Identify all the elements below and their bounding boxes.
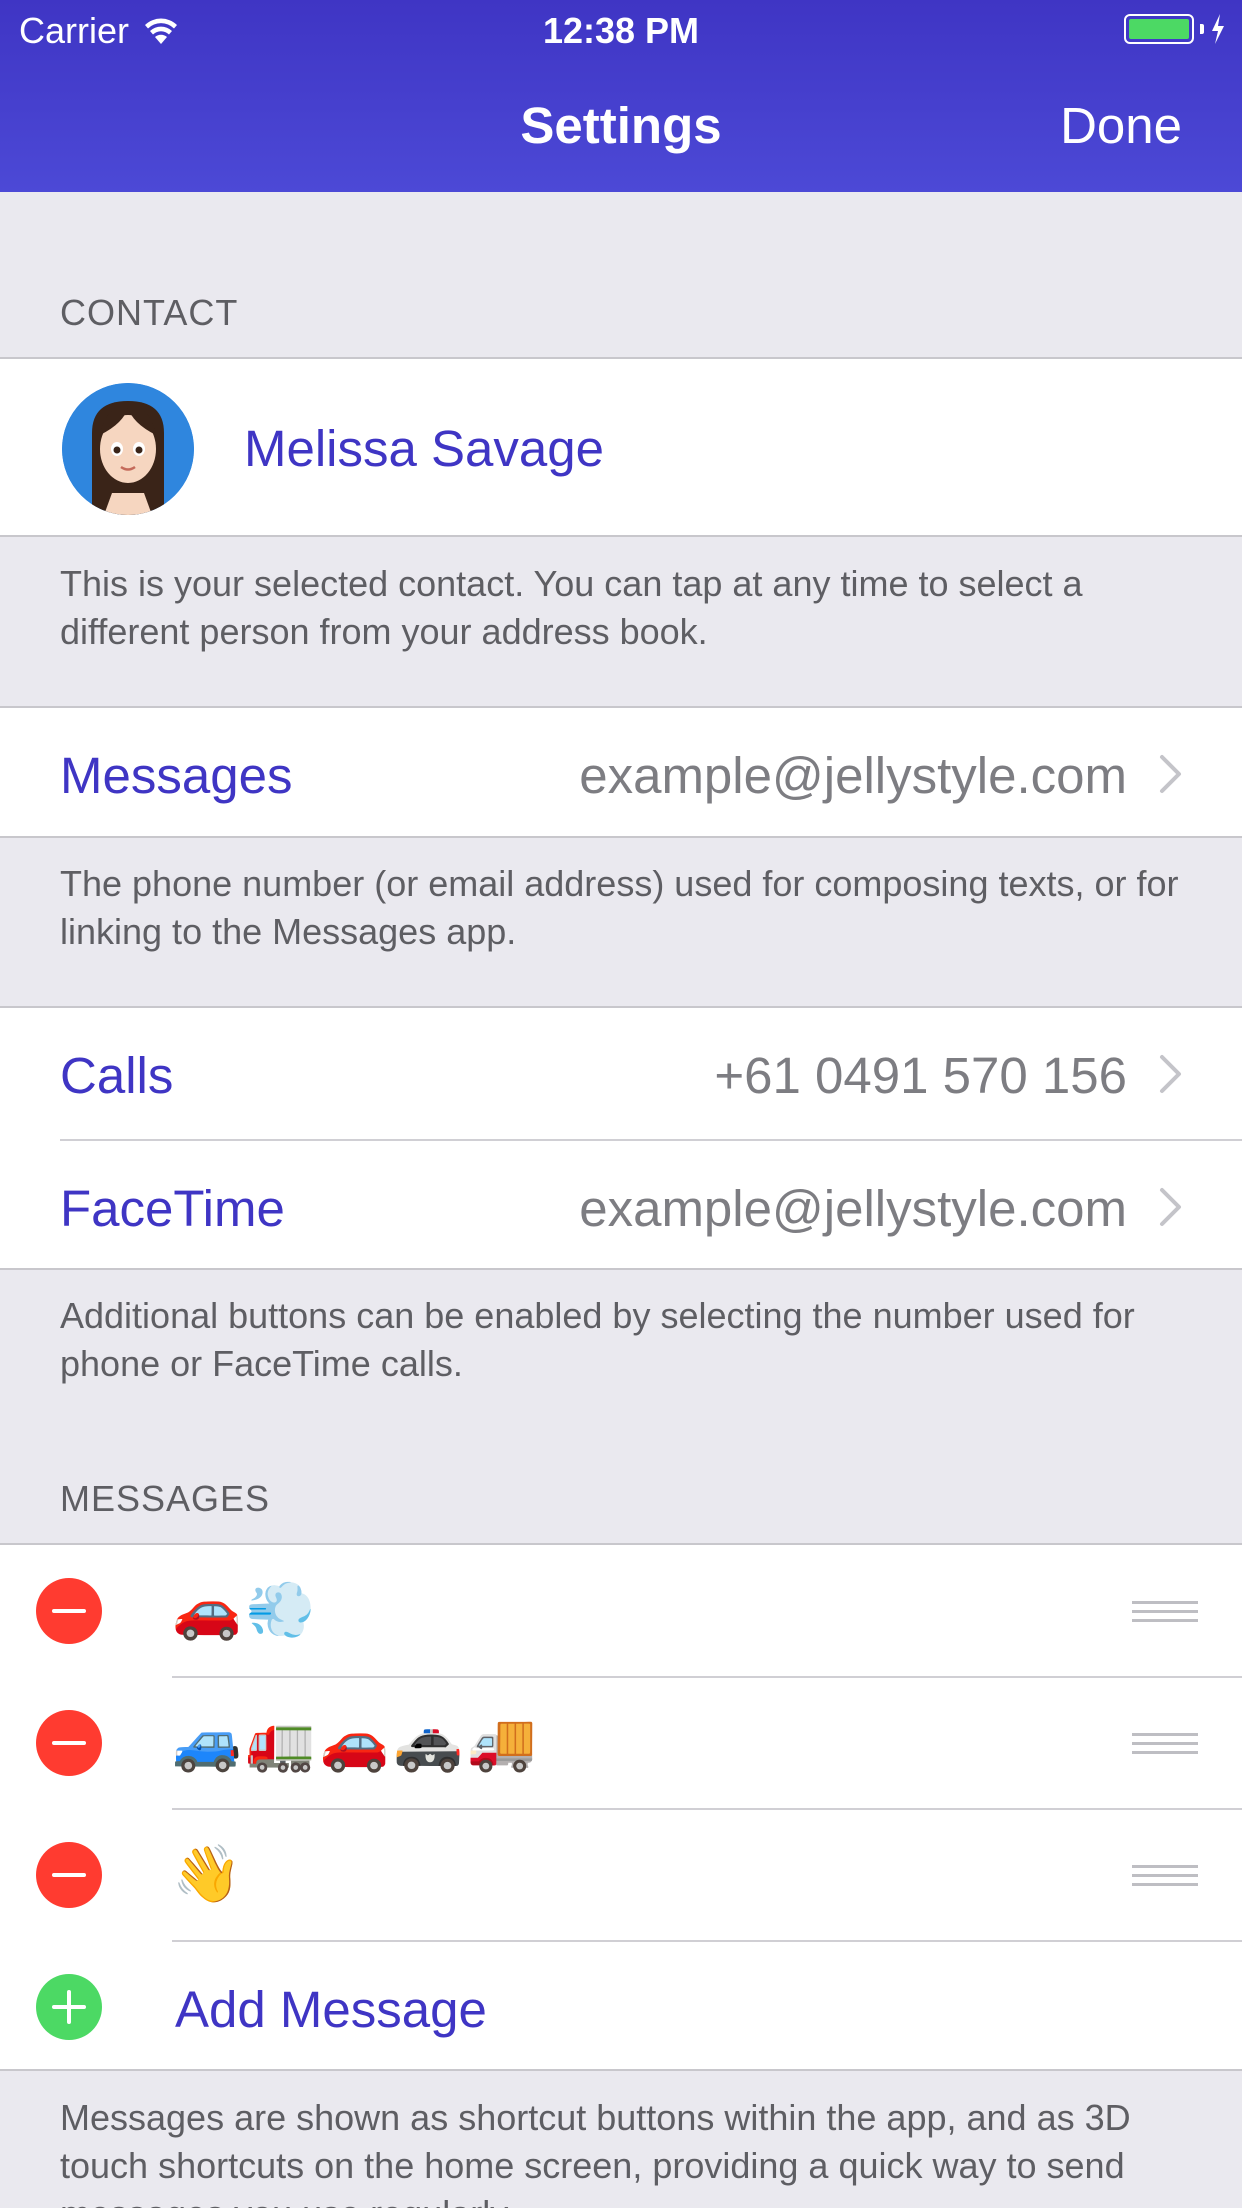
list-item[interactable]: 👋 bbox=[0, 1810, 1242, 1940]
contact-name: Melissa Savage bbox=[244, 420, 605, 477]
calls-row[interactable]: Calls +61 0491 570 156 bbox=[0, 1008, 1242, 1139]
messages-row-footer: The phone number (or email address) used… bbox=[60, 863, 1179, 952]
calls-footer: Additional buttons can be enabled by sel… bbox=[60, 1295, 1135, 1384]
messages-row-value: example@jellystyle.com bbox=[579, 747, 1127, 804]
delete-message-button[interactable] bbox=[36, 1710, 102, 1776]
list-item[interactable]: 🚙🚛🚗🚓🚚 bbox=[0, 1678, 1242, 1808]
page-title: Settings bbox=[520, 97, 722, 154]
done-button[interactable]: Done bbox=[1060, 96, 1182, 155]
bolt-icon bbox=[1212, 14, 1224, 44]
navigation-bar: Carrier 12:38 PM Settings Done bbox=[0, 0, 1242, 192]
reorder-handle-icon[interactable] bbox=[1132, 1733, 1198, 1757]
reorder-handle-icon[interactable] bbox=[1132, 1865, 1198, 1889]
messages-list: 🚗💨 🚙🚛🚗🚓🚚 👋 Add Message bbox=[0, 1543, 1242, 2071]
add-message-row[interactable]: Add Message bbox=[0, 1942, 1242, 2073]
message-text: 🚗💨 bbox=[172, 1578, 320, 1643]
facetime-row-label: FaceTime bbox=[60, 1180, 285, 1237]
battery-charging-icon bbox=[1124, 14, 1226, 44]
list-item[interactable]: 🚗💨 bbox=[0, 1545, 1242, 1676]
avatar bbox=[62, 383, 194, 515]
facetime-row[interactable]: FaceTime example@jellystyle.com bbox=[0, 1141, 1242, 1272]
delete-message-button[interactable] bbox=[36, 1842, 102, 1908]
add-message-label: Add Message bbox=[175, 1981, 487, 2038]
facetime-row-value: example@jellystyle.com bbox=[579, 1180, 1127, 1237]
messages-footer: Messages are shown as shortcut buttons w… bbox=[60, 2097, 1131, 2208]
messages-section-header: MESSAGES bbox=[60, 1478, 271, 1519]
message-text: 🚙🚛🚗🚓🚚 bbox=[172, 1710, 541, 1775]
reorder-handle-icon[interactable] bbox=[1132, 1601, 1198, 1625]
chevron-right-icon bbox=[1160, 1188, 1181, 1226]
add-message-button[interactable] bbox=[36, 1974, 102, 2040]
contact-cell[interactable]: Melissa Savage bbox=[0, 357, 1242, 537]
status-time: 12:38 PM bbox=[542, 10, 700, 51]
calls-group: Calls +61 0491 570 156 FaceTime example@… bbox=[0, 1006, 1242, 1270]
delete-message-button[interactable] bbox=[36, 1578, 102, 1644]
chevron-right-icon bbox=[1160, 755, 1181, 793]
calls-row-value: +61 0491 570 156 bbox=[714, 1047, 1127, 1104]
chevron-right-icon bbox=[1160, 1055, 1181, 1093]
messages-row-label: Messages bbox=[60, 747, 293, 804]
contact-footer: This is your selected contact. You can t… bbox=[60, 563, 1083, 652]
calls-row-label: Calls bbox=[60, 1047, 174, 1104]
avatar-cartoon-woman-icon bbox=[62, 383, 194, 515]
messages-row[interactable]: Messages example@jellystyle.com bbox=[0, 706, 1242, 838]
message-text: 👋 bbox=[172, 1842, 246, 1907]
contact-section-header: CONTACT bbox=[60, 292, 239, 333]
